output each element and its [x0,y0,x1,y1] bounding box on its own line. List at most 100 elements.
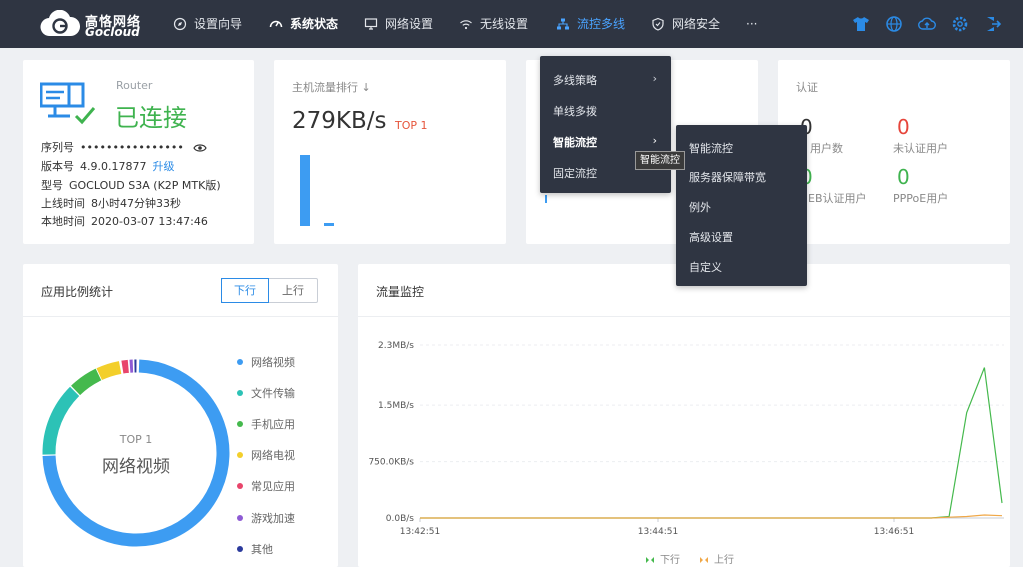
upgrade-link[interactable]: 升级 [152,160,174,173]
dashboard-icon [269,20,283,28]
uptime-value: 8小时47分钟33秒 [91,197,181,210]
model-label: 型号 [41,179,63,192]
traffic-bar-top2 [324,223,334,226]
tab-uplink[interactable]: 上行 [269,279,317,302]
model-value: GOCLOUD S3A (K2P MTK版) [69,179,221,192]
localtime-value: 2020-03-07 13:47:46 [91,215,208,228]
brand-name-en: Gocloud [85,25,140,39]
pppoe-label: PPPoE用户 [893,192,949,205]
legend-label-0: 下行 [660,553,680,566]
legend-game[interactable]: 游戏加速 [237,510,295,526]
app-stats-card: 应用比例统计 下行 上行 TOP 1 网络视频 网络视频 文件传输 手机应用 网… [23,264,338,567]
menu-fixed-flow-control[interactable]: 固定流控 [553,165,597,181]
device-type-label: Router [116,79,153,92]
series-line-1 [420,514,1003,519]
chevron-right-icon: › [652,72,657,85]
legend-dot [237,421,243,427]
menu-single-line-multidial[interactable]: 单线多拨 [553,103,597,119]
legend-dot [237,390,243,396]
app-stats-title: 应用比例统计 [41,285,114,299]
menu-tooltip: 智能流控 [635,151,685,170]
smart-flow-submenu: 智能流控 服务器保障带宽 例外 高级设置 自定义 [676,125,807,286]
eye-icon[interactable] [193,143,207,153]
router-connected-icon [40,82,96,125]
host-traffic-value: 279KB/s [292,108,387,134]
serial-value: •••••••••••••••• [80,141,184,154]
legend-label-1: 上行 [714,553,734,566]
nav-network-settings[interactable]: 网络设置 [364,0,433,48]
direction-toggle: 下行 上行 [221,278,318,303]
version-value: 4.9.0.17877 [80,160,147,173]
submenu-server-bandwidth[interactable]: 服务器保障带宽 [689,169,766,185]
traffic-line-chart: 2.3MB/s 1.5MB/s 750.0KB/s 0.0B/s 13:42:51 13… [368,341,1004,566]
legend-dot [237,515,243,521]
legend-common-app[interactable]: 常见应用 [237,478,295,494]
monitor-icon [364,18,378,30]
localtime-row: 本地时间 2020-03-07 13:47:46 [41,213,208,229]
legend-other[interactable]: 其他 [237,541,273,557]
legend-dot [237,452,243,458]
nav-more[interactable]: ··· [746,0,757,48]
tab-downlink[interactable]: 下行 [221,278,269,303]
series-line-0 [420,367,1003,519]
router-status-card: Router 已连接 序列号 •••••••••••••••• 版本号 4.9.0.… [23,60,254,244]
app-donut-chart: TOP 1 网络视频 [42,359,230,547]
serial-label: 序列号 [41,141,74,154]
model-row: 型号 GOCLOUD S3A (K2P MTK版) [41,177,221,193]
nav-system-status[interactable]: 系统状态 [269,0,338,48]
legend-file-transfer[interactable]: 文件传输 [237,385,295,401]
menu-multiline-policy[interactable]: 多线策略 [553,72,597,88]
compass-icon [173,17,187,31]
host-traffic-card: 主机流量排行 ↓ 279KB/s TOP 1 [274,60,506,244]
legend-marker-0 [646,557,654,563]
top-navbar: 高恪网络 Gocloud 设置向导 系统状态 网络设置 无线设置 流控多线 网络… [0,0,1023,48]
traffic-bar-top1 [300,155,310,226]
nav-wireless-settings[interactable]: 无线设置 [459,0,528,48]
unauth-count: 0 [897,115,910,139]
globe-icon[interactable] [885,15,903,33]
traffic-monitor-card: 流量监控 2.3MB/s 1.5MB/s 750.0KB/s 0.0B/s 13:42… [358,264,1010,567]
cloud-logo-icon [40,10,80,37]
nav-network-security[interactable]: 网络安全 [651,0,720,48]
auth-title: 认证 [796,81,818,94]
brand-logo[interactable]: 高恪网络 Gocloud [40,10,150,40]
donut-top-name: 网络视频 [102,457,170,477]
session-bar [545,195,547,203]
submenu-advanced-settings[interactable]: 高级设置 [689,229,733,245]
submenu-custom[interactable]: 自定义 [689,259,722,275]
localtime-label: 本地时间 [41,215,85,228]
legend-dot [237,359,243,365]
uptime-label: 上线时间 [41,197,85,210]
gear-icon[interactable] [951,15,969,33]
submenu-exceptions[interactable]: 例外 [689,199,711,215]
legend-dot [237,483,243,489]
nav-setup-wizard[interactable]: 设置向导 [173,0,242,48]
shield-icon [652,17,664,31]
divider [23,316,338,317]
legend-iptv[interactable]: 网络电视 [237,447,295,463]
x-tick-label: 13:46:51 [874,527,914,537]
legend-video[interactable]: 网络视频 [237,354,295,370]
legend-mobile-app[interactable]: 手机应用 [237,416,295,432]
y-tick-label: 2.3MB/s [378,341,414,351]
submenu-smart-flow-control[interactable]: 智能流控 [689,140,733,156]
top-badge: TOP 1 [395,119,428,132]
traffic-monitor-title: 流量监控 [376,285,425,299]
tshirt-skin-icon[interactable] [852,15,870,33]
nav-flow-control-multiline[interactable]: 流控多线 [556,0,625,48]
auth-card: 认证 0 用户数 0 未认证用户 0 EB认证用户 0 PPPoE用户 [778,60,1010,244]
wifi-icon [460,20,472,30]
serial-row: 序列号 •••••••••••••••• [41,139,207,155]
cloud-upload-icon[interactable] [918,15,936,33]
menu-smart-flow-control[interactable]: 智能流控 [553,134,597,150]
y-tick-label: 750.0KB/s [368,458,414,468]
pppoe-count: 0 [897,165,910,189]
x-tick-label: 13:44:51 [638,527,678,537]
host-traffic-title[interactable]: 主机流量排行 ↓ [292,79,371,95]
web-auth-label: EB认证用户 [808,192,867,205]
uptime-row: 上线时间 8小时47分钟33秒 [41,195,181,211]
user-count-label: 用户数 [810,142,843,155]
legend-dot [237,546,243,552]
chevron-right-icon: › [652,134,657,147]
logout-icon[interactable] [984,15,1002,33]
